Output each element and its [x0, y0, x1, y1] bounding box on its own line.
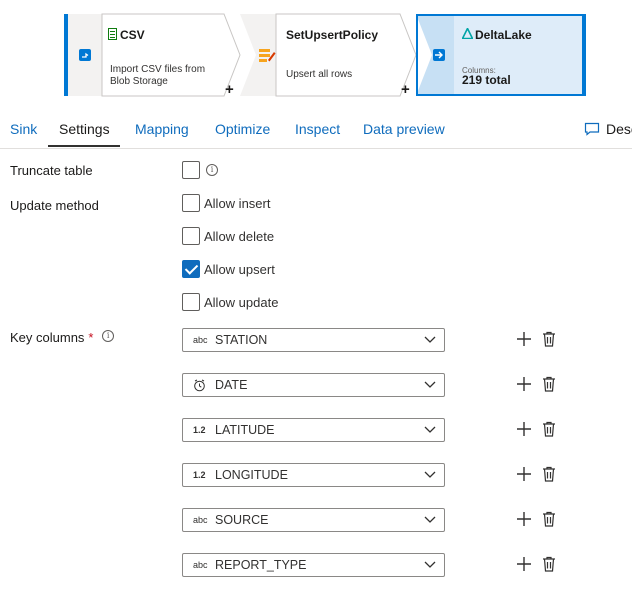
- add-icon[interactable]: [516, 376, 532, 392]
- key-column-row: 1.2 LATITUDE: [0, 418, 632, 442]
- key-column-row: abc REPORT_TYPE: [0, 553, 632, 577]
- allow-insert-label[interactable]: Allow insert: [204, 196, 270, 211]
- key-column-select[interactable]: abc STATION: [182, 328, 445, 352]
- trash-icon[interactable]: [542, 421, 556, 437]
- node-sink-body: DeltaLake Columns: 219 total: [462, 14, 582, 96]
- string-type-icon: abc: [193, 515, 208, 525]
- sink-icon: [433, 49, 445, 61]
- trash-icon[interactable]: [542, 511, 556, 527]
- tab-settings[interactable]: Settings: [59, 110, 110, 147]
- settings-tabbar: Sink Settings Mapping Optimize Inspect D…: [0, 110, 632, 149]
- node-sink-meta-value: 219 total: [462, 73, 511, 87]
- string-type-icon: abc: [193, 560, 208, 570]
- description-label: Desc: [606, 120, 632, 137]
- allow-update-checkbox[interactable]: [182, 293, 200, 311]
- allow-delete-checkbox[interactable]: [182, 227, 200, 245]
- add-icon[interactable]: [516, 466, 532, 482]
- trash-icon[interactable]: [542, 376, 556, 392]
- tab-sink[interactable]: Sink: [10, 110, 37, 147]
- truncate-info-icon[interactable]: i: [206, 164, 218, 176]
- trash-icon[interactable]: [542, 466, 556, 482]
- update-method-label: Update method: [10, 198, 99, 213]
- node-csv-body: CSV Import CSV files from Blob Storage: [108, 14, 238, 96]
- tab-optimize[interactable]: Optimize: [215, 110, 270, 147]
- key-column-select[interactable]: 1.2 LATITUDE: [182, 418, 445, 442]
- key-column-row: abc STATION: [0, 328, 632, 352]
- description-button[interactable]: Desc: [584, 110, 632, 147]
- pipeline-canvas: CSV Import CSV files from Blob Storage +…: [0, 0, 632, 104]
- key-column-select[interactable]: abc REPORT_TYPE: [182, 553, 445, 577]
- alter-row-icon: [259, 49, 276, 62]
- allow-delete-label[interactable]: Allow delete: [204, 229, 274, 244]
- add-icon[interactable]: [516, 421, 532, 437]
- source-icon: [79, 49, 91, 61]
- allow-upsert-label[interactable]: Allow upsert: [204, 262, 275, 277]
- key-column-value: DATE: [215, 378, 248, 392]
- allow-upsert-checkbox[interactable]: [182, 260, 200, 278]
- node-sink-title: DeltaLake: [475, 28, 532, 42]
- key-column-select[interactable]: abc SOURCE: [182, 508, 445, 532]
- pipeline-node-csv[interactable]: CSV Import CSV files from Blob Storage: [68, 14, 240, 96]
- number-type-icon: 1.2: [193, 470, 206, 480]
- date-type-icon: [194, 379, 205, 392]
- truncate-table-checkbox[interactable]: [182, 161, 200, 179]
- key-column-row: DATE: [0, 373, 632, 397]
- tab-mapping[interactable]: Mapping: [135, 110, 189, 147]
- key-column-value: LATITUDE: [215, 423, 275, 437]
- pipeline-node-setupsertpolicy[interactable]: SetUpsertPolicy Upsert all rows: [240, 14, 416, 96]
- add-icon[interactable]: [516, 511, 532, 527]
- node-alterrow-body: SetUpsertPolicy Upsert all rows: [284, 14, 414, 96]
- node-csv-title: CSV: [120, 28, 145, 42]
- number-type-icon: 1.2: [193, 425, 206, 435]
- key-column-value: SOURCE: [215, 513, 269, 527]
- trash-icon[interactable]: [542, 331, 556, 347]
- node-csv-desc-1: Import CSV files from: [110, 64, 206, 75]
- key-column-select[interactable]: 1.2 LONGITUDE: [182, 463, 445, 487]
- key-column-select[interactable]: DATE: [182, 373, 445, 397]
- chevron-down-icon: [424, 516, 436, 523]
- add-transform-button-2[interactable]: +: [401, 82, 410, 97]
- chevron-down-icon: [424, 336, 436, 343]
- active-tab-indicator: [48, 145, 120, 147]
- trash-icon[interactable]: [542, 556, 556, 572]
- key-column-row: abc SOURCE: [0, 508, 632, 532]
- add-icon[interactable]: [516, 556, 532, 572]
- key-column-value: LONGITUDE: [215, 468, 288, 482]
- chevron-down-icon: [424, 471, 436, 478]
- node-alterrow-desc: Upsert all rows: [286, 69, 353, 80]
- pipeline-node-deltalake[interactable]: DeltaLake Columns: 219 total: [416, 14, 584, 96]
- key-column-value: STATION: [215, 333, 268, 347]
- truncate-table-label: Truncate table: [10, 163, 93, 178]
- chevron-down-icon: [424, 561, 436, 568]
- node-alterrow-side: [250, 14, 284, 96]
- key-column-row: 1.2 LONGITUDE: [0, 463, 632, 487]
- comment-icon: [584, 122, 600, 136]
- tab-inspect[interactable]: Inspect: [295, 110, 340, 147]
- chevron-down-icon: [424, 426, 436, 433]
- node-csv-desc-2: Blob Storage: [110, 76, 168, 87]
- node-csv-side: [68, 14, 102, 96]
- delta-lake-icon: [462, 28, 473, 39]
- chevron-down-icon: [424, 381, 436, 388]
- allow-update-label[interactable]: Allow update: [204, 295, 278, 310]
- allow-insert-checkbox[interactable]: [182, 194, 200, 212]
- csv-file-icon: [108, 28, 117, 40]
- key-column-value: REPORT_TYPE: [215, 558, 307, 572]
- node-alterrow-title: SetUpsertPolicy: [286, 28, 379, 42]
- add-transform-button-1[interactable]: +: [225, 82, 234, 97]
- tab-data-preview[interactable]: Data preview: [363, 110, 445, 147]
- add-icon[interactable]: [516, 331, 532, 347]
- string-type-icon: abc: [193, 335, 208, 345]
- node-sink-side: [424, 14, 454, 96]
